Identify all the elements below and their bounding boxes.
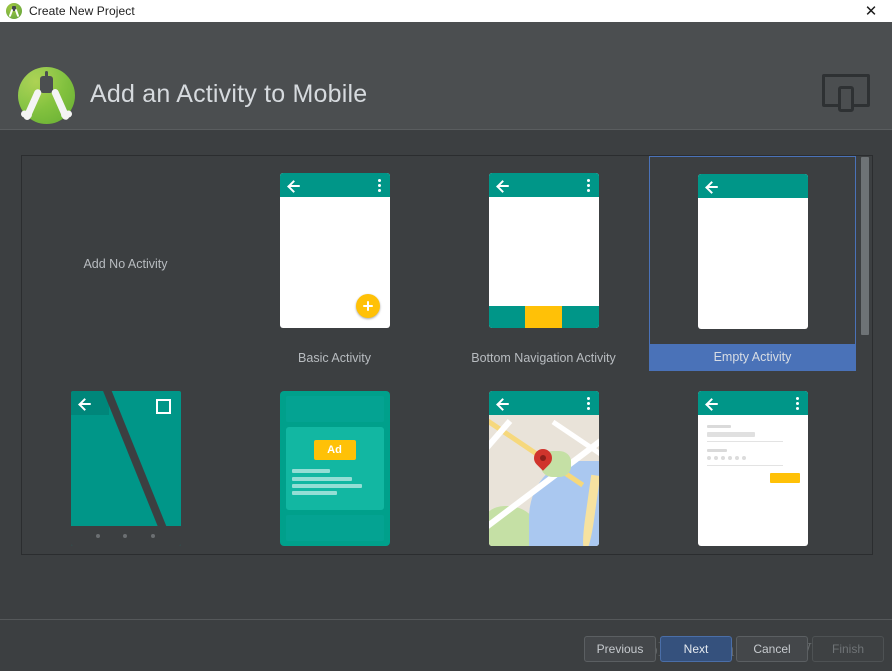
empty-activity-thumbnail bbox=[698, 174, 808, 329]
login-activity-thumbnail bbox=[698, 391, 808, 546]
maps-activity-thumbnail bbox=[489, 391, 599, 546]
sign-in-button-shape bbox=[770, 473, 800, 483]
wizard-header: Add an Activity to Mobile bbox=[0, 22, 892, 130]
template-google-maps-activity[interactable] bbox=[440, 374, 647, 555]
back-arrow-icon bbox=[80, 398, 91, 409]
template-bottom-navigation-activity[interactable]: Bottom Navigation Activity bbox=[440, 156, 647, 371]
activity-template-grid: Add No Activity Basic Activity bbox=[22, 156, 858, 554]
footer-divider bbox=[0, 619, 892, 620]
back-arrow-icon bbox=[498, 398, 509, 409]
back-arrow-icon bbox=[707, 181, 718, 192]
fullscreen-activity-thumbnail bbox=[71, 391, 181, 546]
template-label: Empty Activity bbox=[650, 344, 855, 370]
cancel-button[interactable]: Cancel bbox=[736, 636, 808, 662]
fullscreen-expand-icon bbox=[156, 399, 171, 414]
close-icon[interactable]: ✕ bbox=[850, 0, 892, 22]
android-studio-icon bbox=[6, 3, 22, 19]
template-label: Basic Activity bbox=[231, 345, 438, 371]
template-admob-ads-activity[interactable]: Ad bbox=[231, 374, 438, 555]
wizard-button-row: Previous Next Cancel Finish bbox=[584, 636, 884, 662]
vertical-scrollbar[interactable] bbox=[859, 157, 871, 555]
overflow-menu-icon bbox=[587, 397, 590, 410]
template-add-no-activity[interactable]: Add No Activity bbox=[22, 156, 229, 371]
activity-template-panel: Add No Activity Basic Activity bbox=[21, 155, 873, 555]
create-new-project-dialog: Create New Project ✕ Add an Activity to … bbox=[0, 0, 892, 671]
bottom-nav-bar bbox=[489, 306, 599, 328]
template-label: Bottom Navigation Activity bbox=[440, 345, 647, 371]
map-pin-icon bbox=[534, 449, 552, 473]
next-button[interactable]: Next bbox=[660, 636, 732, 662]
finish-button[interactable]: Finish bbox=[812, 636, 884, 662]
back-arrow-icon bbox=[498, 180, 509, 191]
overflow-menu-icon bbox=[378, 179, 381, 192]
overflow-menu-icon bbox=[796, 397, 799, 410]
floating-action-button-icon bbox=[356, 294, 380, 318]
previous-button[interactable]: Previous bbox=[584, 636, 656, 662]
window-title: Create New Project bbox=[29, 4, 135, 18]
page-indicator-dots bbox=[71, 526, 181, 546]
overflow-menu-icon bbox=[587, 179, 590, 192]
template-basic-activity[interactable]: Basic Activity bbox=[231, 156, 438, 371]
template-login-activity[interactable] bbox=[649, 374, 856, 555]
template-label: Add No Activity bbox=[22, 156, 229, 371]
template-fullscreen-activity[interactable] bbox=[22, 374, 229, 555]
ad-badge: Ad bbox=[314, 440, 356, 460]
back-arrow-icon bbox=[289, 180, 300, 191]
bottom-navigation-thumbnail bbox=[489, 173, 599, 328]
android-studio-logo bbox=[18, 67, 75, 124]
template-empty-activity[interactable]: Empty Activity bbox=[649, 156, 856, 371]
basic-activity-thumbnail bbox=[280, 173, 390, 328]
back-arrow-icon bbox=[707, 398, 718, 409]
window-titlebar: Create New Project ✕ bbox=[0, 0, 892, 23]
mobile-device-icon bbox=[822, 74, 870, 112]
page-title: Add an Activity to Mobile bbox=[90, 80, 367, 109]
scrollbar-thumb[interactable] bbox=[861, 157, 869, 335]
admob-activity-thumbnail: Ad bbox=[280, 391, 390, 546]
